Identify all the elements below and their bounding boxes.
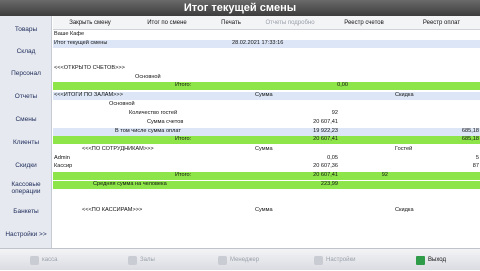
report-datetime: 28.02.2021 17:33:16 <box>232 40 284 46</box>
halls-header: <<<ИТОГИ ПО ЗАЛАМ>>> <box>54 92 123 98</box>
report-row: <<<ОТКРЫТО СЧЕТОВ>>> <box>53 65 480 73</box>
cash-register-icon <box>30 255 39 265</box>
check-register-button[interactable]: Реестр счетов <box>325 16 403 30</box>
main-hall-label: Основной <box>109 101 135 107</box>
report-title: Итог текущей смены <box>54 40 108 46</box>
exit-button[interactable]: Выход <box>416 249 446 271</box>
staff-sum: 20 607,36 <box>313 163 338 169</box>
staff-guests: 5 <box>475 155 479 161</box>
staff-guests-total: 92 <box>381 172 388 178</box>
open-total-value: 0,00 <box>337 82 348 88</box>
sidebar-item-cash-operations[interactable]: Кассовые операции <box>0 177 52 199</box>
payment-register-button[interactable]: Реестр оплат <box>403 16 480 30</box>
report-row: <<<ПО КАССИРАМ>>> Сумма Скидка <box>53 207 480 215</box>
payments-discount: 685,18 <box>461 128 479 134</box>
table-row: Кассир 20 607,36 87 <box>53 163 480 171</box>
report-row: <<<ПО СОТРУДНИКАМ>>> Сумма Гостей <box>53 146 480 154</box>
guests-value: 92 <box>331 110 338 116</box>
staff-name: Admin <box>54 155 70 161</box>
cafe-name: Ваше Кафе <box>54 31 85 37</box>
sum-column-header: Сумма <box>255 146 273 152</box>
report-row: В том числе сумма оплат 19 922,23 685,18 <box>53 128 480 136</box>
sidebar-item-warehouse[interactable]: Склад <box>0 40 52 62</box>
total-label: Итого: <box>175 172 192 178</box>
staff-header: <<<ПО СОТРУДНИКАМ>>> <box>82 146 154 152</box>
exit-icon <box>416 255 425 265</box>
main-hall-label: Основной <box>135 74 161 80</box>
sidebar-item-clients[interactable]: Клиенты <box>0 131 52 153</box>
details-button[interactable]: Отчеты подробно <box>255 16 325 30</box>
staff-sum: 0,05 <box>327 155 338 161</box>
payments-label: В том числе сумма оплат <box>115 128 181 134</box>
total-label: Итого: <box>175 136 192 142</box>
sum-column-header: Сумма <box>255 92 273 98</box>
cashiers-header: <<<ПО КАССИРАМ>>> <box>82 207 143 213</box>
print-button[interactable]: Печать <box>207 16 255 30</box>
bottom-bar: касса Залы Менеджер Настройки Выход <box>0 248 480 270</box>
sidebar: Товары Склад Персонал Отчеты Смены Клиен… <box>0 16 52 248</box>
report-row: Итого: 20 607,41 92 <box>53 172 480 180</box>
average-value: 223,99 <box>320 181 338 187</box>
average-label: Средняя сумма на человека <box>93 181 167 187</box>
manager-icon <box>218 255 227 265</box>
window-title: Итог текущей смены <box>0 0 480 16</box>
close-shift-button[interactable]: Закрыть смену <box>53 16 127 30</box>
report-row: Ваше Кафе <box>53 31 480 39</box>
checks-sum-value: 20 607,41 <box>313 119 338 125</box>
sidebar-item-discounts[interactable]: Скидки <box>0 154 52 176</box>
sidebar-item-shifts[interactable]: Смены <box>0 108 52 130</box>
staff-total-value: 20 607,41 <box>313 172 338 178</box>
sum-column-header: Сумма <box>255 207 273 213</box>
guests-label: Количество гостей <box>129 110 178 116</box>
report-row: Итого: 20 607,41 685,18 <box>53 136 480 144</box>
staff-guests: 87 <box>472 163 479 169</box>
discount-column-header: Скидка <box>395 207 414 213</box>
halls-total-value: 20 607,41 <box>313 136 338 142</box>
shift-total-button[interactable]: Итог по смене <box>127 16 207 30</box>
sidebar-item-goods[interactable]: Товары <box>0 18 52 40</box>
settings-button[interactable]: Настройки <box>314 249 355 271</box>
report-row: Итог текущей смены 28.02.2021 17:33:16 <box>53 40 480 48</box>
discount-column-header: Скидка <box>395 92 414 98</box>
report-row: Количество гостей 92 <box>53 110 480 118</box>
report-row: Итого: 0,00 <box>53 82 480 90</box>
shift-report: Ваше Кафе Итог текущей смены 28.02.2021 … <box>53 31 480 248</box>
sidebar-item-reports[interactable]: Отчеты <box>0 85 52 107</box>
kassa-button[interactable]: касса <box>30 249 57 271</box>
guests-column-header: Гостей <box>395 146 413 152</box>
report-row: Средняя сумма на человека 223,99 <box>53 181 480 189</box>
payments-value: 19 922,23 <box>313 128 338 134</box>
table-row: Admin 0,05 5 <box>53 155 480 163</box>
sidebar-item-staff[interactable]: Персонал <box>0 62 52 84</box>
sidebar-item-banquets[interactable]: Банкеты <box>0 200 52 222</box>
report-row: Основной <box>53 101 480 109</box>
report-row: <<<ИТОГИ ПО ЗАЛАМ>>> Сумма Скидка <box>53 92 480 100</box>
zaly-button[interactable]: Залы <box>128 249 155 271</box>
open-checks-header: <<<ОТКРЫТО СЧЕТОВ>>> <box>54 65 125 71</box>
checks-sum-label: Сумма счетов <box>147 119 184 125</box>
gear-icon <box>314 255 323 265</box>
halls-icon <box>128 255 137 265</box>
manager-button[interactable]: Менеджер <box>218 249 259 271</box>
report-row: Сумма счетов 20 607,41 <box>53 119 480 127</box>
total-label: Итого: <box>175 82 192 88</box>
report-row: Основной <box>53 74 480 82</box>
report-toolbar: Закрыть смену Итог по смене Печать Отчет… <box>53 16 480 30</box>
sidebar-item-settings[interactable]: Настройки >> <box>0 223 52 245</box>
halls-discount-value: 685,18 <box>461 136 479 142</box>
staff-name: Кассир <box>54 163 73 169</box>
